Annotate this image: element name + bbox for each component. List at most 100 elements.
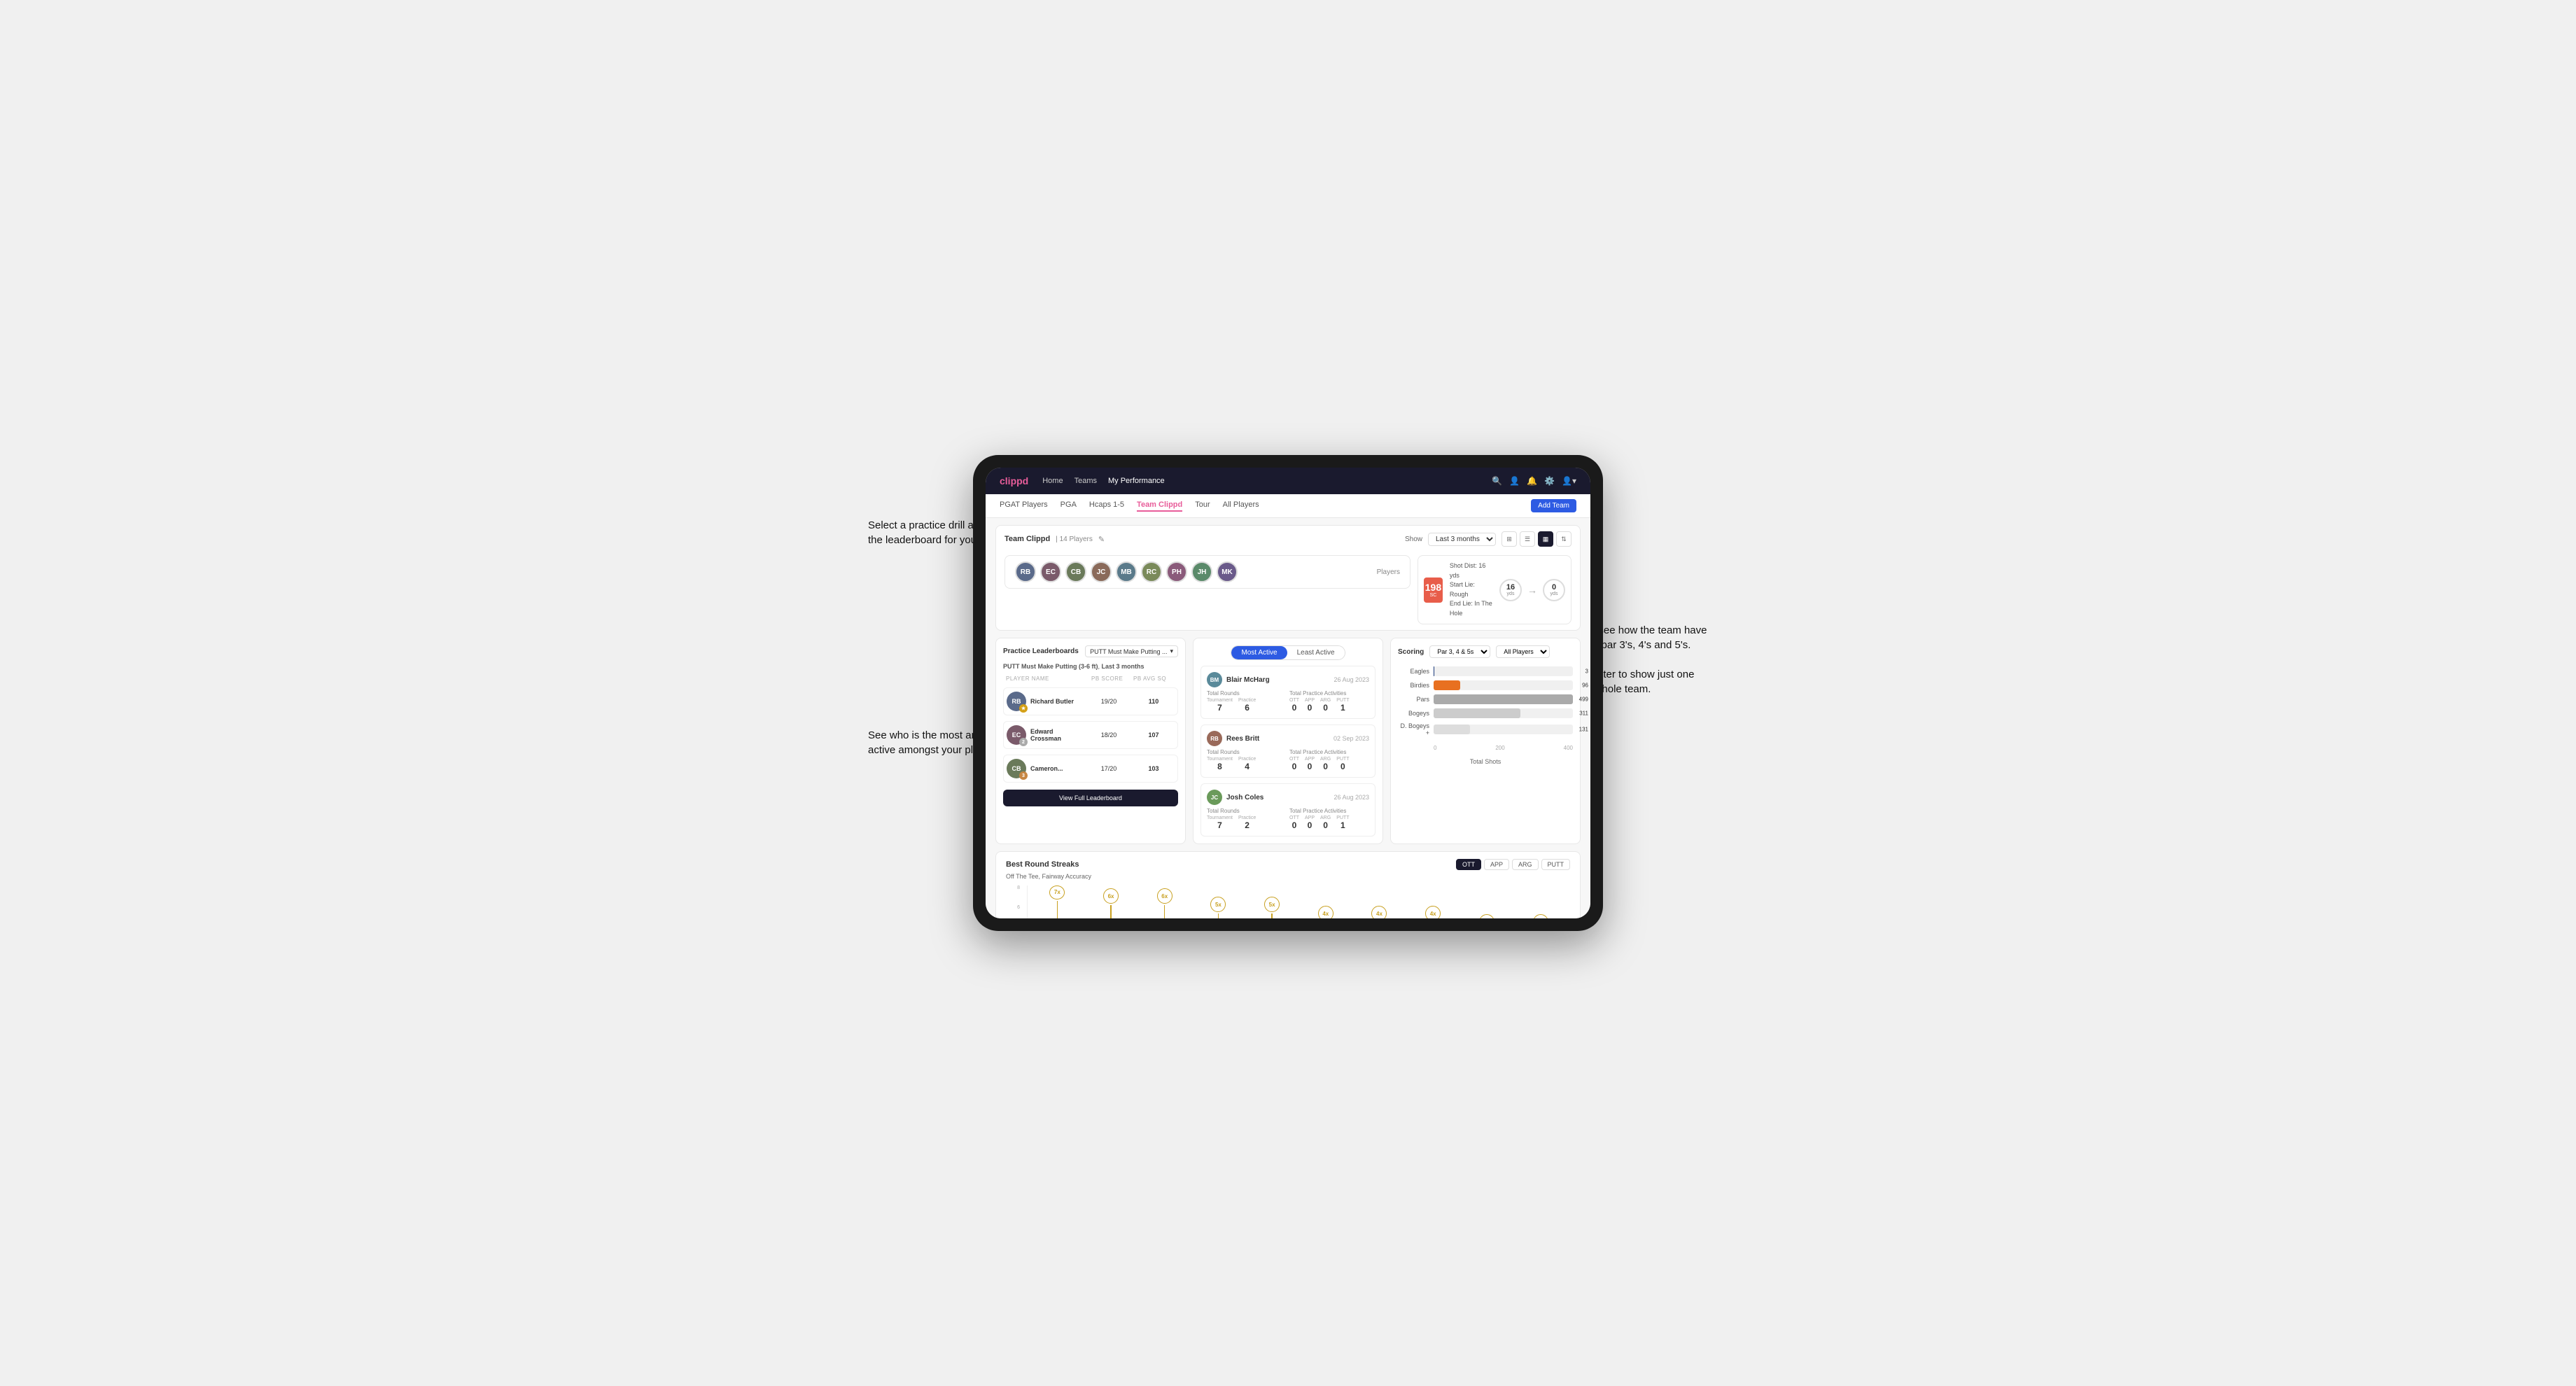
player-name-3: Cameron... bbox=[1030, 765, 1063, 772]
streaks-header: Best Round Streaks OTT APP ARG PUTT bbox=[1006, 859, 1570, 870]
streak-pin-circle-5: 5x bbox=[1264, 897, 1280, 912]
leaderboard-row-2[interactable]: EC 2 Edward Crossman 18/20 107 bbox=[1003, 721, 1178, 749]
apc-stats-1: Total Rounds Tournament 7 Practice bbox=[1207, 690, 1369, 713]
grid-view-icon[interactable]: ⊞ bbox=[1502, 531, 1517, 547]
practice-leaderboard-panel: Practice Leaderboards PUTT Must Make Put… bbox=[995, 638, 1186, 844]
bar-track-bogeys: 311 bbox=[1434, 708, 1573, 718]
least-active-tab[interactable]: Least Active bbox=[1287, 646, 1345, 659]
bar-chart: Eagles 3 Birdies bbox=[1398, 664, 1573, 739]
most-active-tab[interactable]: Most Active bbox=[1231, 646, 1287, 659]
person-icon[interactable]: 👤 bbox=[1509, 476, 1520, 486]
streak-pin-2: 6x bbox=[1103, 886, 1119, 918]
streak-pin-line-1 bbox=[1057, 901, 1058, 918]
score-val-3: 17/20 bbox=[1088, 765, 1130, 772]
player-avatar-2[interactable]: EC bbox=[1040, 561, 1061, 582]
scoring-panel: Scoring Par 3, 4 & 5s All Players E bbox=[1390, 638, 1581, 844]
bar-value-dbogeys: 131 bbox=[1579, 727, 1588, 733]
show-select[interactable]: Last 3 months bbox=[1428, 533, 1496, 546]
apc-stats-3: Total Rounds Tournament 7 Practice bbox=[1207, 808, 1369, 830]
navbar: clippd Home Teams My Performance 🔍 👤 🔔 ⚙… bbox=[986, 468, 1590, 494]
card-view-icon[interactable]: ▦ bbox=[1538, 531, 1553, 547]
streak-pin-circle-3: 6x bbox=[1157, 888, 1172, 904]
player-avatar-sm-1: RB ★ bbox=[1007, 692, 1026, 711]
avg-sq-2: 107 bbox=[1133, 732, 1175, 738]
bar-value-pars: 499 bbox=[1579, 696, 1588, 703]
player-avatar-3[interactable]: CB bbox=[1065, 561, 1086, 582]
player-avatar-6[interactable]: RC bbox=[1141, 561, 1162, 582]
streak-pin-circle-10: 3x bbox=[1533, 914, 1548, 918]
list-view-icon[interactable]: ☰ bbox=[1520, 531, 1535, 547]
activity-player-card-1: BM Blair McHarg 26 Aug 2023 Total Rounds bbox=[1200, 666, 1376, 719]
apc-header-3: JC Josh Coles 26 Aug 2023 bbox=[1207, 790, 1369, 805]
player-avatar-9[interactable]: MK bbox=[1217, 561, 1238, 582]
bar-fill-dbogeys bbox=[1434, 724, 1470, 734]
player-avatar-4[interactable]: JC bbox=[1091, 561, 1112, 582]
streak-pin-line-4 bbox=[1218, 913, 1219, 918]
avatar-icon[interactable]: 👤▾ bbox=[1562, 476, 1576, 486]
bar-value-eagles: 3 bbox=[1586, 668, 1588, 675]
streak-pin-line-2 bbox=[1110, 905, 1112, 918]
edit-icon[interactable]: ✎ bbox=[1098, 535, 1105, 544]
streak-pin-circle-8: 4x bbox=[1425, 906, 1441, 918]
bar-value-birdies: 96 bbox=[1582, 682, 1588, 689]
nav-link-performance[interactable]: My Performance bbox=[1108, 477, 1165, 485]
score-val-2: 18/20 bbox=[1088, 732, 1130, 738]
sub-nav-team-clippd[interactable]: Team Clippd bbox=[1137, 500, 1182, 512]
player-avatar-7[interactable]: PH bbox=[1166, 561, 1187, 582]
apc-name-1: BM Blair McHarg bbox=[1207, 672, 1270, 687]
sort-icon[interactable]: ⇅ bbox=[1556, 531, 1572, 547]
player-filter-dropdown[interactable]: All Players bbox=[1496, 645, 1550, 658]
streak-pin-circle-4: 5x bbox=[1210, 897, 1226, 912]
bar-row-birdies: Birdies 96 bbox=[1398, 680, 1573, 690]
streak-pins-container: 7x 6x bbox=[1028, 886, 1570, 918]
putt-button[interactable]: PUTT bbox=[1541, 859, 1571, 870]
players-label: Players bbox=[1377, 568, 1400, 576]
streak-pin-4: 5x bbox=[1210, 886, 1226, 918]
sub-nav: PGAT Players PGA Hcaps 1-5 Team Clippd T… bbox=[986, 494, 1590, 518]
streak-y-axis: 8 6 4 2 bbox=[1006, 886, 1020, 918]
streak-pin-circle-2: 6x bbox=[1103, 888, 1119, 904]
streaks-btns: OTT APP ARG PUTT bbox=[1456, 859, 1570, 870]
player-avatar-8[interactable]: JH bbox=[1191, 561, 1212, 582]
bar-fill-birdies bbox=[1434, 680, 1460, 690]
bar-track-pars: 499 bbox=[1434, 694, 1573, 704]
drill-dropdown[interactable]: PUTT Must Make Putting ... ▾ bbox=[1085, 645, 1178, 657]
bar-fill-bogeys bbox=[1434, 708, 1520, 718]
sub-nav-pgat[interactable]: PGAT Players bbox=[1000, 500, 1048, 512]
player-avatar-sm-2: EC 2 bbox=[1007, 725, 1026, 745]
ott-button[interactable]: OTT bbox=[1456, 859, 1481, 870]
team-count: | 14 Players bbox=[1056, 536, 1093, 543]
leaderboard-header: Player Name PB Score PB Avg SQ bbox=[1003, 676, 1178, 682]
leaderboard-row-3[interactable]: CB 3 Cameron... 17/20 103 bbox=[1003, 755, 1178, 783]
bronze-medal-3: 3 bbox=[1019, 771, 1028, 780]
drill-subtitle: PUTT Must Make Putting (3-6 ft), Last 3 … bbox=[1003, 663, 1178, 670]
settings-icon[interactable]: ⚙️ bbox=[1544, 476, 1555, 486]
arg-button[interactable]: ARG bbox=[1512, 859, 1539, 870]
team-header: Team Clippd | 14 Players ✎ Show Last 3 m… bbox=[1004, 531, 1572, 547]
bar-row-eagles: Eagles 3 bbox=[1398, 666, 1573, 676]
sub-nav-tour[interactable]: Tour bbox=[1195, 500, 1210, 512]
activity-tabs: Most Active Least Active bbox=[1231, 645, 1345, 660]
sub-nav-hcaps[interactable]: Hcaps 1-5 bbox=[1089, 500, 1124, 512]
apc-avatar-2: RB bbox=[1207, 731, 1222, 746]
sub-nav-pga[interactable]: PGA bbox=[1060, 500, 1077, 512]
sub-nav-all-players[interactable]: All Players bbox=[1223, 500, 1259, 512]
streak-pin-6: 4x bbox=[1318, 886, 1334, 918]
bar-track-birdies: 96 bbox=[1434, 680, 1573, 690]
streak-pin-3: 6x bbox=[1157, 886, 1172, 918]
bar-fill-pars bbox=[1434, 694, 1573, 704]
apc-total-rounds-2: Total Rounds Tournament 8 Practice bbox=[1207, 749, 1287, 771]
search-icon[interactable]: 🔍 bbox=[1492, 476, 1502, 486]
app-button[interactable]: APP bbox=[1484, 859, 1509, 870]
add-team-button[interactable]: Add Team bbox=[1531, 499, 1576, 512]
chart-x-labels: 0 200 400 bbox=[1398, 745, 1573, 751]
nav-link-teams[interactable]: Teams bbox=[1074, 477, 1097, 485]
nav-logo: clippd bbox=[1000, 475, 1028, 486]
player-avatar-5[interactable]: MB bbox=[1116, 561, 1137, 582]
bell-icon[interactable]: 🔔 bbox=[1527, 476, 1537, 486]
par-filter-dropdown[interactable]: Par 3, 4 & 5s bbox=[1429, 645, 1490, 658]
view-full-leaderboard-button[interactable]: View Full Leaderboard bbox=[1003, 790, 1178, 806]
nav-link-home[interactable]: Home bbox=[1042, 477, 1063, 485]
player-avatar-1[interactable]: RB bbox=[1015, 561, 1036, 582]
leaderboard-row-1[interactable]: RB ★ Richard Butler 19/20 110 bbox=[1003, 687, 1178, 715]
